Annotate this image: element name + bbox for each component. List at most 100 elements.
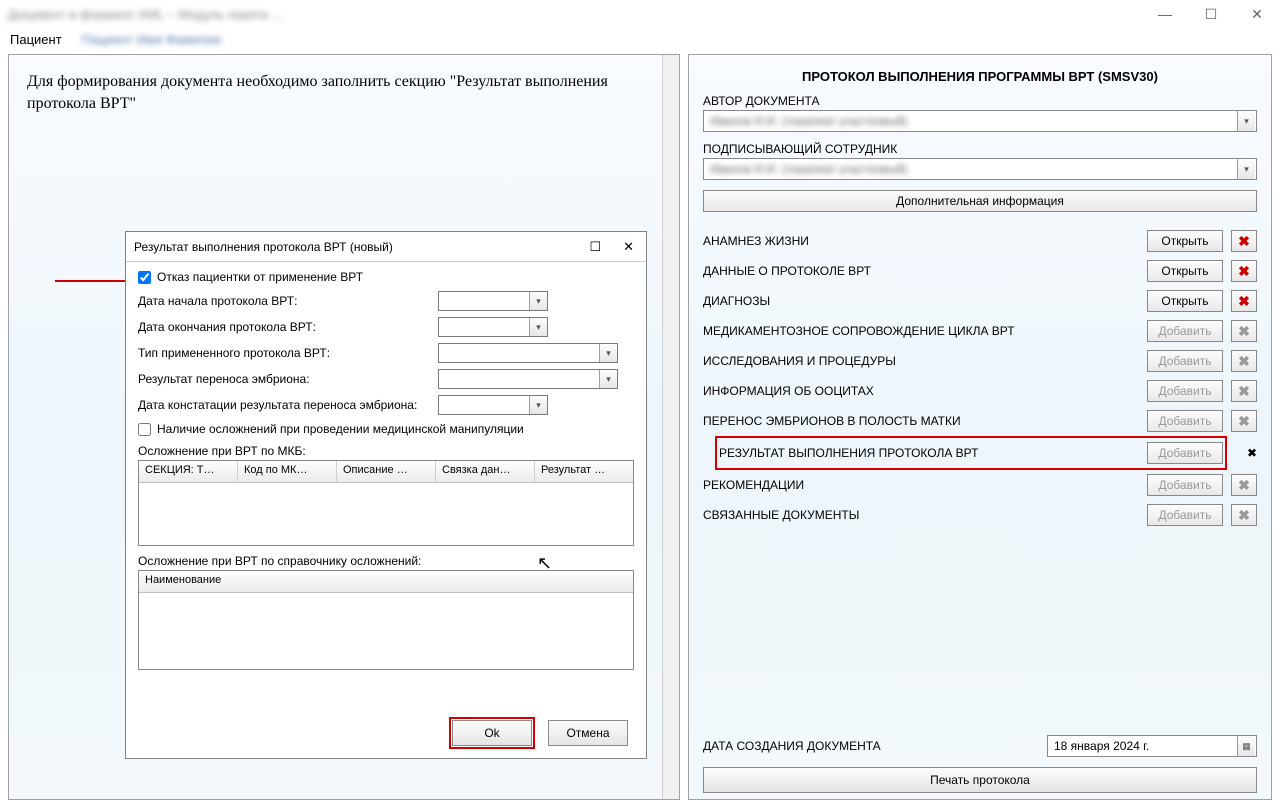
end-date-field[interactable]: ▾ — [438, 317, 548, 337]
section-name: ДАННЫЕ О ПРОТОКОЛЕ ВРТ — [703, 264, 1139, 278]
author-field[interactable]: Иванов И.И. (терапевт участковый) ▾ — [703, 110, 1257, 132]
extra-info-button[interactable]: Дополнительная информация — [703, 190, 1257, 212]
section-action-button[interactable]: Открыть — [1147, 230, 1223, 252]
section-action-button[interactable]: Добавить — [1147, 380, 1223, 402]
protocol-type-label: Тип примененного протокола ВРТ: — [138, 346, 438, 360]
end-date-label: Дата окончания протокола ВРТ: — [138, 320, 438, 334]
dialog-maximize-icon[interactable]: ☐ — [589, 239, 601, 255]
instruction-text: Для формирования документа необходимо за… — [9, 55, 679, 126]
window-title: Документ в формате XML – Модуль пакета … — [8, 7, 284, 22]
delete-icon[interactable]: ✖ — [1231, 230, 1257, 252]
section-row: ДАННЫЕ О ПРОТОКОЛЕ ВРТ Открыть ✖ — [689, 256, 1271, 286]
maximize-button[interactable]: ☐ — [1188, 0, 1234, 28]
section-action-button[interactable]: Добавить — [1147, 320, 1223, 342]
complic-mkb-grid[interactable]: СЕКЦИЯ: Т… Код по МК… Описание … Связка … — [138, 460, 634, 546]
dialog-titlebar: Результат выполнения протокола ВРТ (новы… — [126, 232, 646, 262]
grid-col[interactable]: Связка дан… — [436, 461, 535, 482]
dropdown-icon[interactable]: ▾ — [529, 318, 547, 336]
refusal-checkbox[interactable] — [138, 271, 151, 284]
delete-icon[interactable]: ✖ — [1231, 380, 1257, 402]
protocol-type-field[interactable]: ▾ — [438, 343, 618, 363]
window-buttons: — ☐ ✕ — [1142, 0, 1280, 28]
section-action-button[interactable]: Добавить — [1147, 410, 1223, 432]
patient-bar: Пациент Пациент Имя Фамилия — [0, 28, 1280, 50]
section-name: ИНФОРМАЦИЯ ОБ ООЦИТАХ — [703, 384, 1139, 398]
section-action-button[interactable]: Открыть — [1147, 260, 1223, 282]
start-date-label: Дата начала протокола ВРТ: — [138, 294, 438, 308]
signer-value: Иванов И.И. (терапевт участковый) — [710, 162, 1237, 176]
calendar-icon[interactable]: ▦ — [1237, 736, 1255, 756]
print-button[interactable]: Печать протокола — [703, 767, 1257, 793]
section-name: МЕДИКАМЕНТОЗНОЕ СОПРОВОЖДЕНИЕ ЦИКЛА ВРТ — [703, 324, 1139, 338]
section-row: АНАМНЕЗ ЖИЗНИ Открыть ✖ — [689, 226, 1271, 256]
scrollbar[interactable] — [662, 55, 679, 799]
patient-label: Пациент — [10, 32, 62, 47]
dropdown-icon[interactable]: ▾ — [599, 370, 617, 388]
author-label: АВТОР ДОКУМЕНТА — [703, 94, 1257, 108]
complication-checkbox[interactable] — [138, 423, 151, 436]
delete-icon[interactable]: ✖ — [1231, 474, 1257, 496]
section-row: РЕЗУЛЬТАТ ВЫПОЛНЕНИЯ ПРОТОКОЛА ВРТДобави… — [717, 438, 1225, 468]
delete-icon[interactable]: ✖ — [1231, 504, 1257, 526]
section-name: АНАМНЕЗ ЖИЗНИ — [703, 234, 1139, 248]
author-value: Иванов И.И. (терапевт участковый) — [710, 114, 1237, 128]
dialog-title: Результат выполнения протокола ВРТ (новы… — [134, 240, 393, 254]
dropdown-icon[interactable]: ▾ — [1237, 111, 1255, 131]
minimize-button[interactable]: — — [1142, 0, 1188, 28]
section-action-button[interactable]: Добавить — [1147, 442, 1223, 464]
complic-dict-grid[interactable]: Наименование — [138, 570, 634, 670]
transfer-result-label: Результат переноса эмбриона: — [138, 372, 438, 386]
delete-icon[interactable]: ✖ — [1231, 260, 1257, 282]
create-date-field[interactable]: 18 января 2024 г. ▦ — [1047, 735, 1257, 757]
delete-icon[interactable]: ✖ — [1231, 350, 1257, 372]
section-row: ИНФОРМАЦИЯ ОБ ООЦИТАХ Добавить ✖ — [689, 376, 1271, 406]
sections-list: АНАМНЕЗ ЖИЗНИОткрыть✖ДАННЫЕ О ПРОТОКОЛЕ … — [689, 226, 1271, 530]
section-action-button[interactable]: Открыть — [1147, 290, 1223, 312]
right-panel: ПРОТОКОЛ ВЫПОЛНЕНИЯ ПРОГРАММЫ ВРТ (SMSV3… — [688, 54, 1272, 800]
ok-button[interactable]: Ok — [452, 720, 532, 746]
grid-col[interactable]: Результат … — [535, 461, 633, 482]
patient-name: Пациент Имя Фамилия — [82, 32, 221, 47]
grid-col[interactable]: Код по МК… — [238, 461, 337, 482]
signer-label: ПОДПИСЫВАЮЩИЙ СОТРУДНИК — [703, 142, 1257, 156]
section-row: ИССЛЕДОВАНИЯ И ПРОЦЕДУРЫ Добавить ✖ — [689, 346, 1271, 376]
start-date-field[interactable]: ▾ — [438, 291, 548, 311]
complication-label: Наличие осложнений при проведении медици… — [157, 422, 524, 436]
section-row: МЕДИКАМЕНТОЗНОЕ СОПРОВОЖДЕНИЕ ЦИКЛА ВРТ Д… — [689, 316, 1271, 346]
panel-title: ПРОТОКОЛ ВЫПОЛНЕНИЯ ПРОГРАММЫ ВРТ (SMSV3… — [689, 55, 1271, 94]
dropdown-icon[interactable]: ▾ — [599, 344, 617, 362]
signer-field[interactable]: Иванов И.И. (терапевт участковый) ▾ — [703, 158, 1257, 180]
create-date-value: 18 января 2024 г. — [1054, 739, 1149, 753]
dialog-close-icon[interactable]: ✕ — [623, 239, 634, 255]
section-row: ДИАГНОЗЫ Открыть ✖ — [689, 286, 1271, 316]
left-panel: Для формирования документа необходимо за… — [8, 54, 680, 800]
result-date-field[interactable]: ▾ — [438, 395, 548, 415]
dropdown-icon[interactable]: ▾ — [529, 396, 547, 414]
delete-icon[interactable]: ✖ — [1247, 446, 1257, 460]
cancel-button[interactable]: Отмена — [548, 720, 628, 746]
section-name: РЕКОМЕНДАЦИИ — [703, 478, 1139, 492]
delete-icon[interactable]: ✖ — [1231, 410, 1257, 432]
section-action-button[interactable]: Добавить — [1147, 474, 1223, 496]
section-name: ПЕРЕНОС ЭМБРИОНОВ В ПОЛОСТЬ МАТКИ — [703, 414, 1139, 428]
section-action-button[interactable]: Добавить — [1147, 350, 1223, 372]
section-row: РЕКОМЕНДАЦИИ Добавить ✖ — [689, 470, 1271, 500]
transfer-result-field[interactable]: ▾ — [438, 369, 618, 389]
grid-col[interactable]: Наименование — [139, 571, 633, 592]
delete-icon[interactable]: ✖ — [1231, 320, 1257, 342]
titlebar: Документ в формате XML – Модуль пакета …… — [0, 0, 1280, 28]
section-row-highlighted: РЕЗУЛЬТАТ ВЫПОЛНЕНИЯ ПРОТОКОЛА ВРТДобави… — [689, 436, 1271, 470]
grid-col[interactable]: Описание … — [337, 461, 436, 482]
section-row: ПЕРЕНОС ЭМБРИОНОВ В ПОЛОСТЬ МАТКИ Добавит… — [689, 406, 1271, 436]
close-button[interactable]: ✕ — [1234, 0, 1280, 28]
section-action-button[interactable]: Добавить — [1147, 504, 1223, 526]
refusal-label: Отказ пациентки от применение ВРТ — [157, 270, 363, 284]
dropdown-icon[interactable]: ▾ — [529, 292, 547, 310]
section-name: СВЯЗАННЫЕ ДОКУМЕНТЫ — [703, 508, 1139, 522]
complic-dict-label: Осложнение при ВРТ по справочнику осложн… — [138, 554, 634, 568]
dropdown-icon[interactable]: ▾ — [1237, 159, 1255, 179]
section-name: ДИАГНОЗЫ — [703, 294, 1139, 308]
section-name: ИССЛЕДОВАНИЯ И ПРОЦЕДУРЫ — [703, 354, 1139, 368]
grid-col[interactable]: СЕКЦИЯ: Т… — [139, 461, 238, 482]
delete-icon[interactable]: ✖ — [1231, 290, 1257, 312]
